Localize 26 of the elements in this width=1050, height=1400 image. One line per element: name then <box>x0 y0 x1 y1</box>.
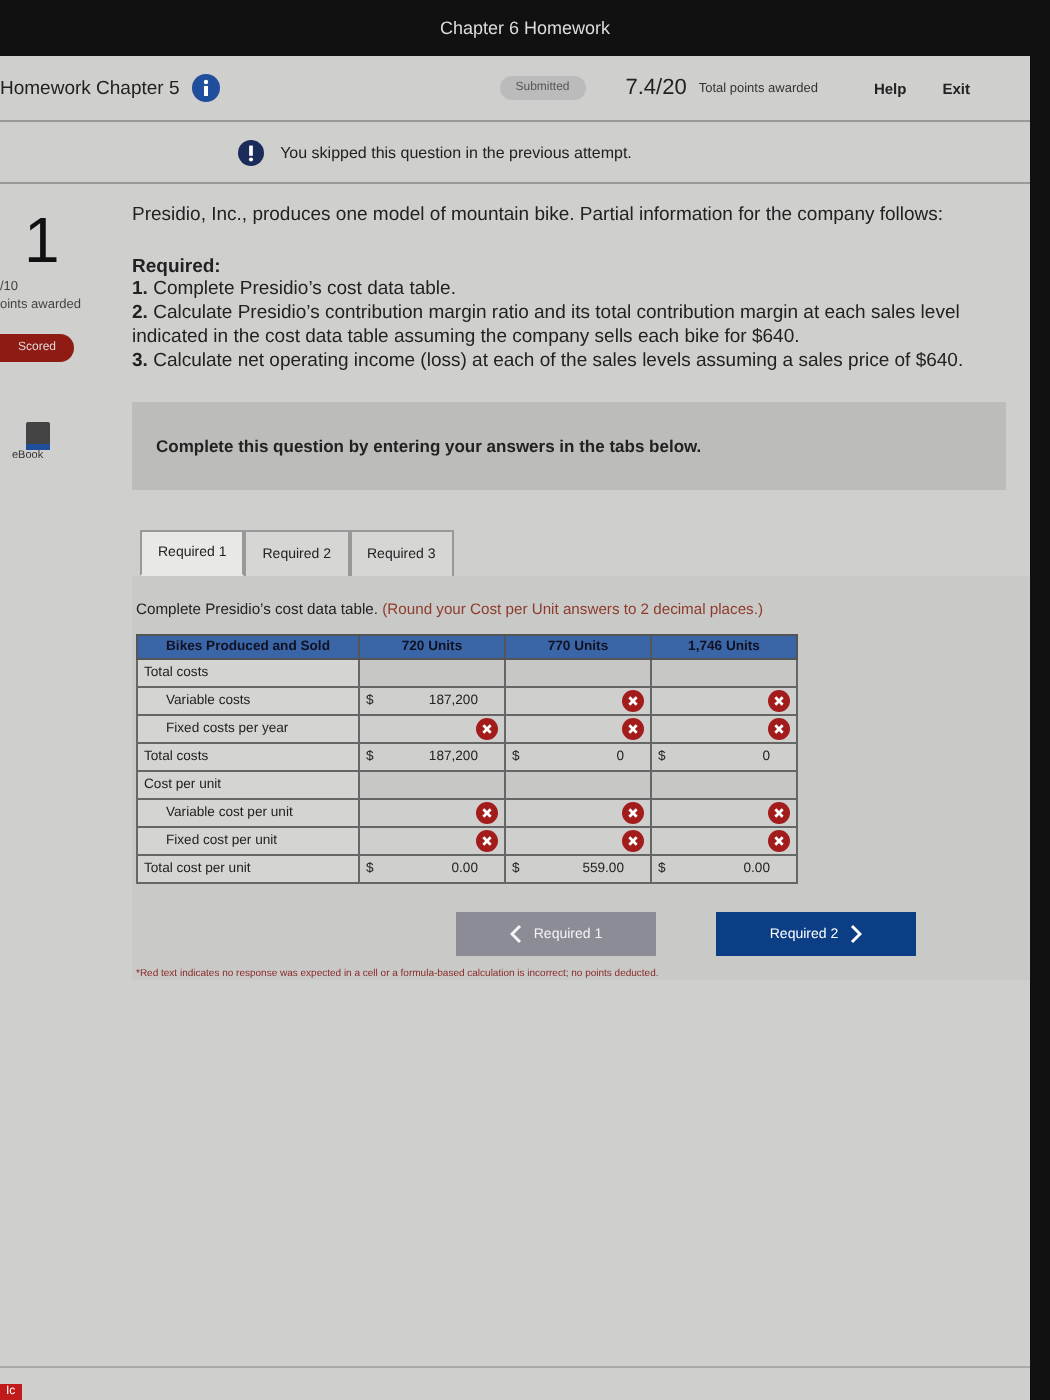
required-heading: Required: <box>132 256 223 278</box>
panel-banner: Complete this question by entering your answers in the tabs below. <box>132 402 1006 490</box>
input-cell[interactable] <box>651 715 797 743</box>
input-cell[interactable] <box>359 715 505 743</box>
chevron-left-icon <box>509 924 522 944</box>
input-cell[interactable] <box>651 687 797 715</box>
input-cell[interactable] <box>505 687 651 715</box>
chevron-right-icon <box>850 924 863 944</box>
assignment-title: Homework Chapter 5 <box>0 77 180 99</box>
input-cell[interactable] <box>651 827 797 855</box>
info-icon[interactable] <box>191 74 220 102</box>
window-title: Chapter 6 Homework <box>439 18 611 38</box>
input-cell[interactable] <box>359 799 505 827</box>
alert-message: You skipped this question in the previous attempt. <box>280 143 632 161</box>
input-cell[interactable] <box>505 827 651 855</box>
input-cell[interactable] <box>359 827 505 855</box>
score: 7.4/20 <box>625 76 687 100</box>
question-text: Presidio, Inc., produces one model of mountain bike. Partial information for the company follows: <box>132 204 946 228</box>
question-number: 1 <box>24 204 60 278</box>
requirement-text: 2. Calculate Presidio’s contribution margin ratio and its total contribution margin at each sales level indicated in the cost data table assuming the company sells each bike for $640. <box>132 302 962 350</box>
input-cell[interactable] <box>505 799 651 827</box>
requirement-text: 3. Calculate net operating income (loss) at each of the sales levels assuming a sales price of $640. <box>132 350 966 374</box>
requirement-text: 1. Complete Presidio’s cost data table. <box>132 278 458 302</box>
alert-icon <box>238 139 265 165</box>
input-cell[interactable] <box>505 715 651 743</box>
input-cell[interactable] <box>651 799 797 827</box>
